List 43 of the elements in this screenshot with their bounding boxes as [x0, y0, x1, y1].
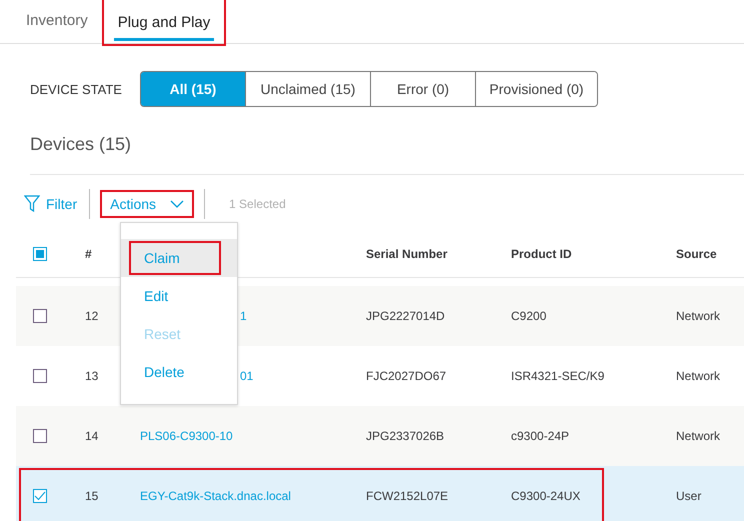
row-checkbox[interactable] [33, 429, 47, 443]
device-name-link[interactable]: PLS06-C9300-10 [140, 429, 233, 443]
table-cell: FJC2027DO67 [366, 369, 446, 383]
table-cell: C9200 [511, 309, 546, 323]
table-row[interactable]: 15 EGY-Cat9k-Stack.dnac.local FCW2152L07E C9300-24UX User [16, 466, 744, 521]
table-cell: 12 [85, 309, 98, 323]
tab[interactable]: Plug and Play [104, 0, 224, 44]
menu-item[interactable]: Delete [131, 357, 198, 387]
device-name-link[interactable]: EGY-Cat9k-Stack.dnac.local [140, 489, 291, 503]
table-cell: JPG2337026B [366, 429, 444, 443]
table-cell: 13 [85, 369, 98, 383]
section-title: Devices (15) [30, 134, 744, 175]
row-checkbox[interactable] [33, 489, 47, 503]
column-header: Product ID [511, 247, 573, 261]
device-state-label: DEVICE STATE [30, 82, 123, 96]
device-name-link[interactable]: 01 [240, 369, 254, 383]
column-header: Serial Number [366, 247, 448, 261]
selection-count: 1 Selected [229, 197, 286, 211]
actions-dropdown[interactable]: Actions [102, 192, 192, 216]
table-cell: 14 [85, 429, 98, 443]
table-cell: 15 [85, 489, 98, 503]
table-cell: Network [676, 429, 720, 443]
filter-segment[interactable]: All (15) [141, 72, 245, 106]
table-cell: FCW2152L07E [366, 489, 448, 503]
filter-segment[interactable]: Provisioned (0) [475, 72, 597, 106]
tab[interactable]: Inventory [16, 0, 98, 44]
filter-icon [24, 195, 40, 213]
chevron-down-icon [170, 200, 184, 208]
row-checkbox[interactable] [33, 369, 47, 383]
table-cell: c9300-24P [511, 429, 570, 443]
select-all-checkbox[interactable] [33, 247, 47, 261]
column-header: Source [676, 247, 718, 261]
table-cell: User [676, 489, 702, 503]
table-row[interactable]: 14 PLS06-C9300-10 JPG2337026B c9300-24P Network [16, 406, 744, 466]
row-checkbox[interactable] [33, 309, 47, 323]
table-cell: ISR4321-SEC/K9 [511, 369, 604, 383]
table-cell: C9300-24UX [511, 489, 580, 503]
table-cell: Network [676, 369, 720, 383]
filter-button[interactable]: Filter [24, 195, 78, 213]
table-cell: Network [676, 309, 720, 323]
table-cell: JPG2227014D [366, 309, 445, 323]
device-name-link[interactable]: 1 [240, 309, 247, 323]
column-header: # [85, 247, 93, 261]
